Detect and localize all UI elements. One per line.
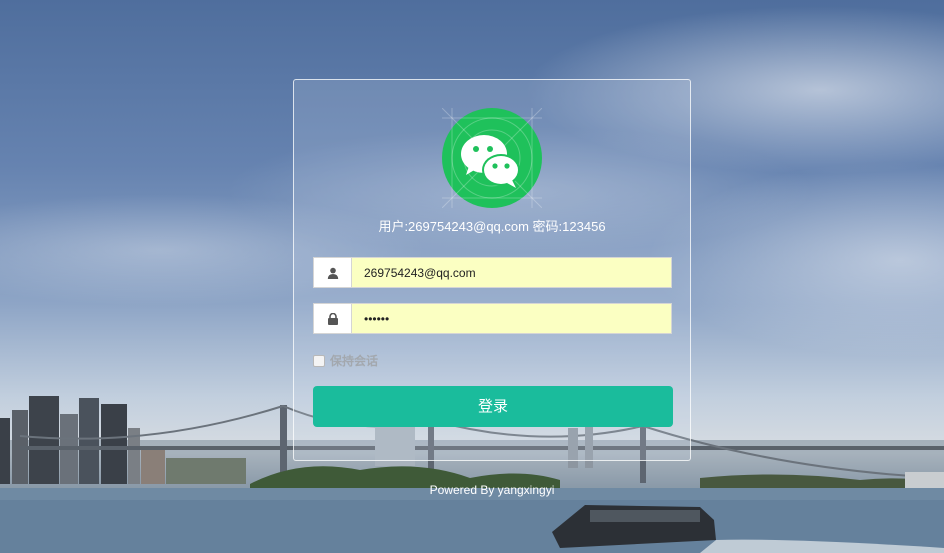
remember-session-label: 保持会话 bbox=[330, 354, 379, 368]
remember-session-checkbox[interactable]: 保持会话 bbox=[313, 352, 378, 369]
lock-icon bbox=[313, 303, 351, 334]
powered-by-footer: Powered By yangxingyi bbox=[429, 483, 555, 497]
username-field bbox=[313, 257, 672, 288]
wechat-logo-icon bbox=[441, 107, 543, 209]
user-icon bbox=[313, 257, 351, 288]
password-field bbox=[313, 303, 672, 334]
login-button[interactable]: 登录 bbox=[313, 386, 673, 427]
credentials-hint: 用户:269754243@qq.com 密码:123456 bbox=[378, 219, 606, 234]
username-input[interactable] bbox=[351, 257, 672, 288]
checkbox-icon[interactable] bbox=[313, 354, 325, 367]
password-input[interactable] bbox=[351, 303, 672, 334]
